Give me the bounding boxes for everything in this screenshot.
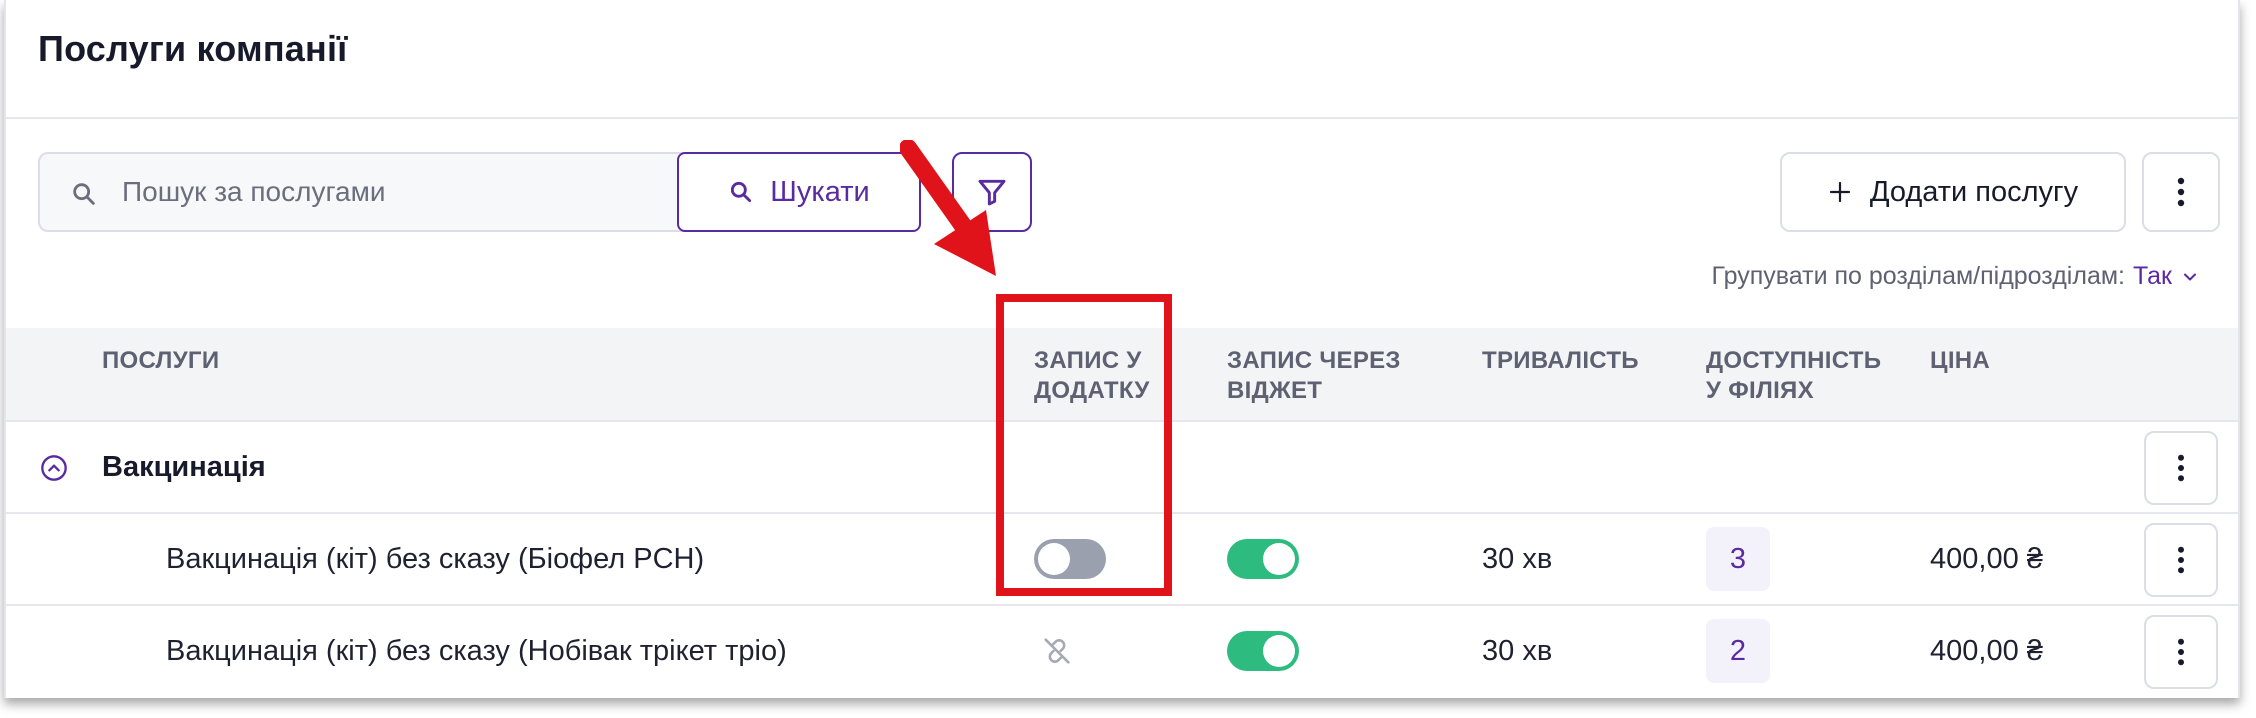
- widget-booking-toggle[interactable]: [1227, 539, 1299, 579]
- app-booking-cell: [1034, 514, 1106, 604]
- services-card: Послуги компанії Шукати Додати послугу Г…: [4, 0, 2240, 698]
- service-name: Вакцинація (кіт) без сказу (Нобівак трік…: [166, 634, 787, 667]
- toggle-knob: [1263, 635, 1295, 667]
- more-vertical-icon: [2178, 546, 2184, 574]
- service-name: Вакцинація (кіт) без сказу (Біофел PCH): [166, 542, 705, 575]
- grouping-label: Групувати по розділам/підрозділам:: [1711, 262, 2126, 290]
- row-more-button[interactable]: [2144, 523, 2218, 597]
- header-app-booking-line2: додатку: [1034, 377, 1150, 404]
- search-button[interactable]: Шукати: [677, 152, 921, 232]
- availability-cell: 3: [1706, 514, 1770, 604]
- chevron-up-circle-icon[interactable]: [40, 454, 68, 482]
- branches-badge[interactable]: 2: [1706, 619, 1770, 683]
- table-row: Вакцинація (кіт) без сказу (Нобівак трік…: [6, 606, 2238, 698]
- chevron-down-icon: [2184, 273, 2196, 280]
- price: 400,00 ₴: [1930, 542, 2043, 575]
- table-row: Вакцинація (кіт) без сказу (Біофел PCH) …: [6, 514, 2238, 606]
- title-divider: [6, 117, 2238, 119]
- price: 400,00 ₴: [1930, 634, 2043, 667]
- group-row: Вакцинація: [6, 422, 2238, 514]
- app-booking-cell: [1040, 606, 1074, 696]
- unlink-icon: [1044, 638, 1070, 664]
- header-services: Послуги: [102, 347, 220, 374]
- more-vertical-icon: [2178, 454, 2184, 482]
- widget-booking-cell: [1227, 514, 1299, 604]
- header-widget-booking-line2: віджет: [1227, 377, 1323, 404]
- header-availability: Доступність у філіях: [1706, 346, 1881, 406]
- grouping-value: Так: [2133, 262, 2172, 290]
- header-widget-booking-line1: Запис через: [1227, 347, 1401, 374]
- table-header: Послуги Запис у додатку Запис через відж…: [6, 328, 2238, 422]
- add-service-button[interactable]: Додати послугу: [1780, 152, 2126, 232]
- header-app-booking-line1: Запис у: [1034, 347, 1142, 374]
- more-vertical-icon: [2177, 177, 2185, 207]
- widget-booking-cell: [1227, 606, 1299, 696]
- duration: 30 хв: [1482, 634, 1553, 667]
- search-input[interactable]: [122, 156, 682, 228]
- toggle-knob: [1263, 543, 1295, 575]
- search-icon: [73, 183, 95, 205]
- filter-icon: [978, 179, 1006, 206]
- header-price: Ціна: [1930, 347, 1991, 374]
- branches-badge[interactable]: 3: [1706, 527, 1770, 591]
- toggle-knob: [1038, 543, 1070, 575]
- search-button-label: Шукати: [770, 175, 870, 208]
- header-availability-line1: Доступність: [1706, 347, 1882, 374]
- more-vertical-icon: [2178, 638, 2184, 666]
- header-availability-line2: у філіях: [1706, 377, 1814, 404]
- availability-cell: 2: [1706, 606, 1770, 696]
- filter-button[interactable]: [952, 152, 1032, 232]
- search-icon: [731, 181, 752, 203]
- row-more-button[interactable]: [2144, 615, 2218, 689]
- group-name: Вакцинація: [102, 450, 266, 483]
- more-options-button[interactable]: [2142, 152, 2220, 232]
- add-service-label: Додати послугу: [1869, 175, 2079, 208]
- header-duration: Тривалість: [1482, 347, 1639, 374]
- grouping-selector[interactable]: Групувати по розділам/підрозділам: Так: [1712, 262, 2201, 291]
- header-widget-booking: Запис через віджет: [1227, 346, 1401, 406]
- widget-booking-toggle[interactable]: [1227, 631, 1299, 671]
- app-booking-toggle[interactable]: [1034, 539, 1106, 579]
- group-more-button[interactable]: [2144, 431, 2218, 505]
- header-app-booking: Запис у додатку: [1034, 346, 1150, 406]
- plus-icon: [1829, 181, 1850, 203]
- duration: 30 хв: [1482, 542, 1553, 575]
- page-title: Послуги компанії: [38, 28, 348, 69]
